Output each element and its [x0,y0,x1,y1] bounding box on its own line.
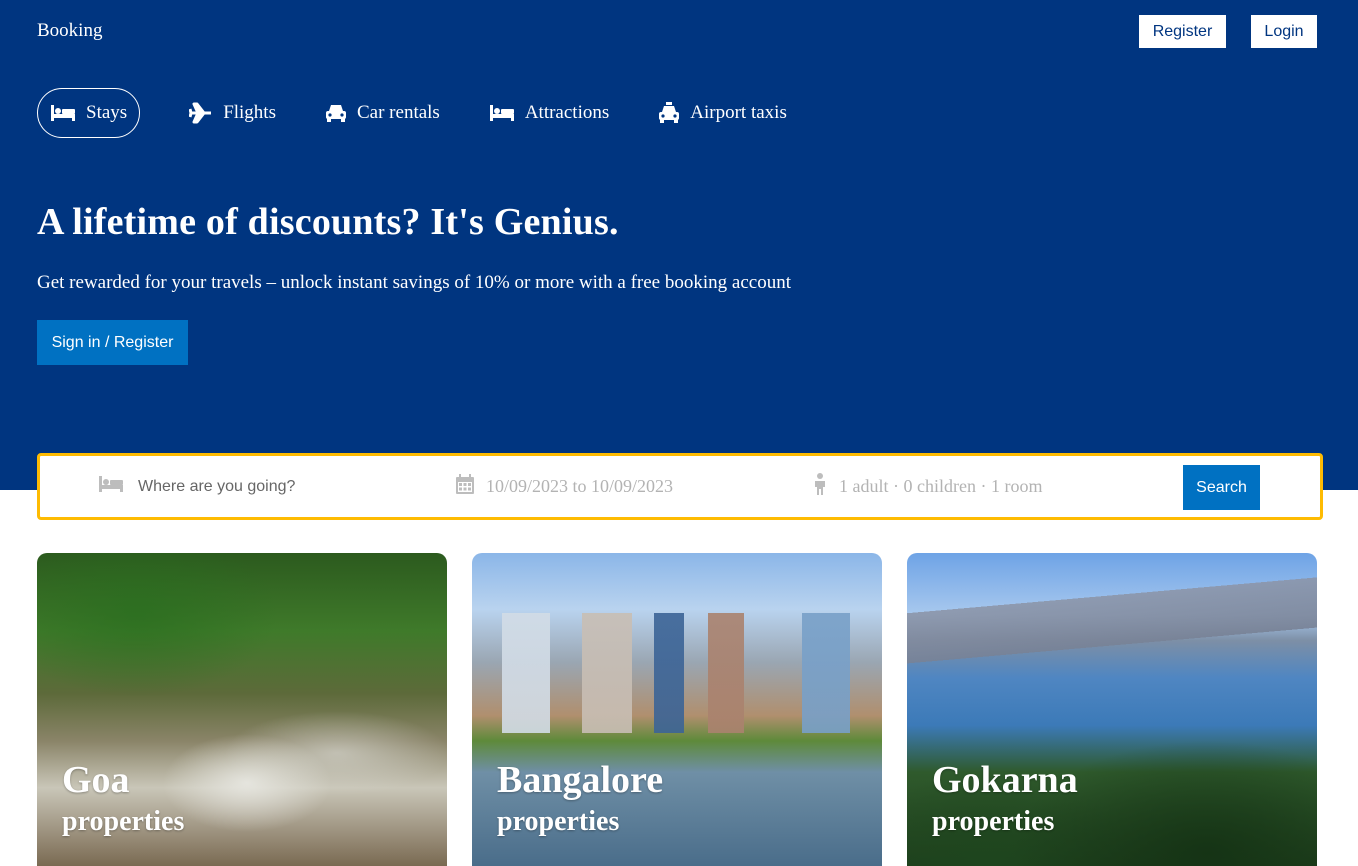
city-card-bangalore[interactable]: Bangalore properties [472,553,882,866]
nav-item-attractions[interactable]: Attractions [489,88,609,138]
car-icon [325,103,347,123]
city-card-title: Bangalore [497,759,664,801]
nav-item-airport-taxis[interactable]: Airport taxis [658,88,787,138]
city-card-subtitle: properties [932,806,1055,837]
person-icon [813,473,827,500]
guests-field[interactable]: 1 adult · 0 children · 1 room [813,456,1042,517]
taxi-icon [658,102,680,124]
calendar-icon [456,474,474,499]
header: Booking Register Login Stays Flights Car… [0,0,1358,490]
destination-input[interactable] [136,476,440,497]
date-range-text: 10/09/2023 to 10/09/2023 [486,476,674,496]
nav-item-label: Stays [86,102,128,123]
nav-item-car-rentals[interactable]: Car rentals [325,88,440,138]
city-card-title: Gokarna [932,759,1078,801]
login-button[interactable]: Login [1251,15,1317,48]
nav-item-label: Car rentals [357,102,440,123]
plane-icon [189,102,213,124]
date-field[interactable]: 10/09/2023 to 10/09/2023 [456,456,673,517]
guests-text: 1 adult · 0 children · 1 room [839,476,1043,496]
nav-item-stays[interactable]: Stays [37,88,141,138]
search-button[interactable]: Search [1183,465,1260,510]
hero-subtitle: Get rewarded for your travels – unlock i… [37,272,791,293]
bed-icon [98,475,124,498]
city-card-goa[interactable]: Goa properties [37,553,447,866]
nav-item-label: Airport taxis [690,102,787,123]
nav-item-label: Attractions [524,102,610,123]
hero-title: A lifetime of discounts? It's Genius. [37,201,619,243]
bed-icon [489,104,515,122]
bed-icon [50,104,76,122]
nav-item-label: Flights [223,102,276,123]
destination-field[interactable] [98,456,440,517]
city-card-title: Goa [62,759,130,801]
city-card-subtitle: properties [497,806,620,837]
nav-bar: Stays Flights Car rentals Attractions Ai… [37,88,836,138]
city-card-gokarna[interactable]: Gokarna properties [907,553,1317,866]
city-card-subtitle: properties [62,806,185,837]
logo[interactable]: Booking [37,20,102,42]
register-button[interactable]: Register [1139,15,1226,48]
sign-in-register-button[interactable]: Sign in / Register [37,320,188,365]
search-bar: 10/09/2023 to 10/09/2023 1 adult · 0 chi… [37,453,1323,520]
nav-item-flights[interactable]: Flights [189,88,276,138]
